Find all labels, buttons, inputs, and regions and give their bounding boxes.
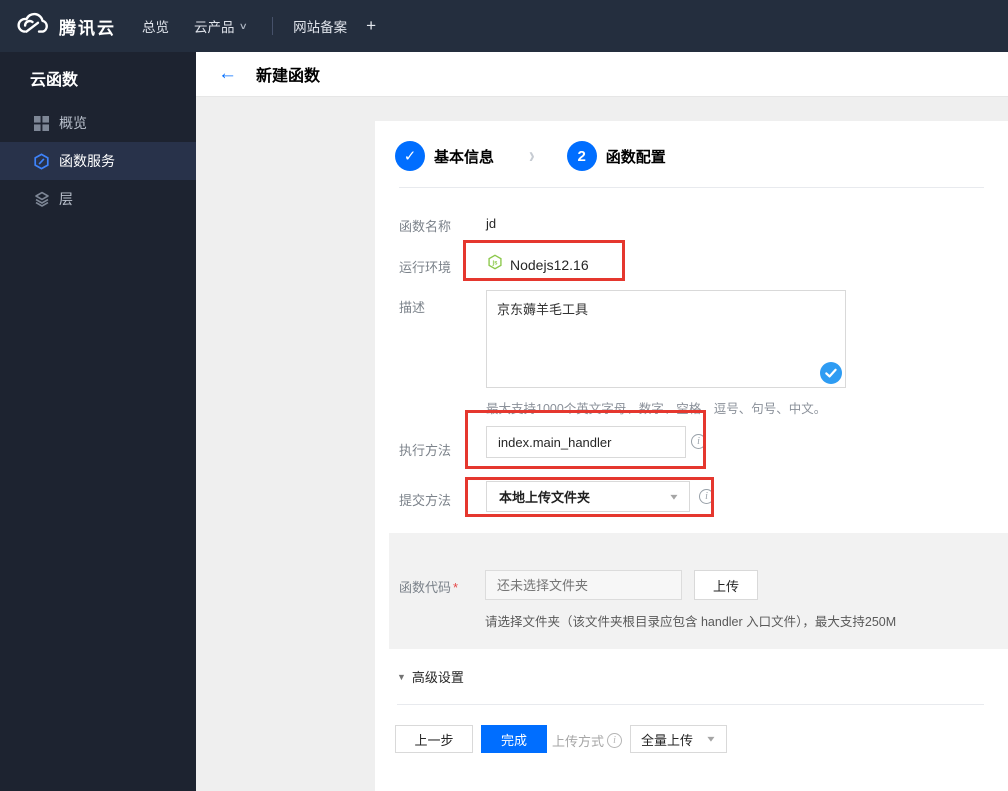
chevron-down-icon: ∨ [238,20,248,31]
back-button[interactable]: ← [218,63,238,85]
brand[interactable]: 腾讯云 [0,11,116,42]
sidebar-item-function-service[interactable]: 函数服务 [0,142,196,180]
layers-icon [33,191,50,208]
description-label: 描述 [399,300,426,315]
top-navigation: 总览 云产品 ∨ 网站备案 + [142,0,376,52]
scf-hexagon-icon [33,152,50,170]
page-title: 新建函数 [256,68,321,85]
nav-overview[interactable]: 总览 [142,16,169,36]
required-asterisk: * [453,580,459,595]
sidebar-title: 云函数 [30,72,79,89]
valid-check-icon [820,362,842,384]
steps-divider [399,187,984,188]
nav-website-icp[interactable]: 网站备案 [293,16,347,36]
folder-path-input[interactable] [485,570,682,600]
add-tab-button[interactable]: + [366,16,376,36]
grid-icon [33,115,50,132]
dropdown-caret-icon: ▼ [705,734,717,744]
app-root: 腾讯云 总览 云产品 ∨ 网站备案 + 云函数 概览 函数服务 层 ← 新建函数… [0,0,1008,791]
step1-check-icon: ✓ [395,141,425,171]
submit-method-select[interactable]: 本地上传文件夹 ▼ [486,481,690,512]
function-name-value: jd [486,216,497,231]
page-header: ← 新建函数 [196,52,1008,97]
footer-divider [397,704,984,705]
step-indicator: ✓ 基本信息 › 2 函数配置 [395,141,666,171]
handler-info-icon[interactable]: i [691,434,706,449]
advanced-settings-toggle[interactable]: ▼ 高级设置 [397,667,464,686]
sidebar: 云函数 概览 函数服务 层 [0,52,196,791]
sidebar-item-label: 函数服务 [59,153,115,169]
form-card: ✓ 基本信息 › 2 函数配置 函数名称 jd 运行环境 js Nodejs12 [375,121,1008,791]
finish-button[interactable]: 完成 [481,725,547,753]
submit-method-info-icon[interactable]: i [699,489,714,504]
sidebar-item-label: 层 [59,191,73,207]
runtime-value-row[interactable]: js Nodejs12.16 [487,254,589,275]
topbar: 腾讯云 总览 云产品 ∨ 网站备案 + [0,0,1008,52]
tencent-cloud-logo-icon [14,11,50,42]
step2-label: 函数配置 [605,148,666,166]
description-hint: 最大支持1000个英文字母、数字、空格、逗号、句号、中文。 [486,402,827,416]
chevron-right-icon: › [529,143,535,168]
sidebar-item-overview[interactable]: 概览 [0,104,196,142]
submit-method-value: 本地上传文件夹 [499,490,591,505]
function-name-label: 函数名称 [399,219,452,234]
sidebar-item-layers[interactable]: 层 [0,180,196,218]
triangle-down-icon: ▼ [397,671,406,682]
brand-name: 腾讯云 [59,18,116,38]
svg-text:js: js [491,260,498,266]
handler-label: 执行方法 [399,443,452,458]
nodejs-icon: js [487,254,503,275]
upload-mode-select[interactable]: 全量上传 ▼ [630,725,727,753]
description-textarea[interactable]: 京东薅羊毛工具 [486,290,846,388]
nav-divider [272,17,274,35]
step1-label: 基本信息 [434,148,495,166]
folder-hint: 请选择文件夹（该文件夹根目录应包含 handler 入口文件），最大支持250M [485,615,897,629]
nav-cloud-products[interactable]: 云产品 ∨ [194,16,248,36]
upload-mode-info-icon[interactable]: i [607,733,623,748]
runtime-value: Nodejs12.16 [510,256,589,273]
dropdown-caret-icon: ▼ [668,492,680,501]
function-code-label: 函数代码 * [399,580,459,595]
content-area: ✓ 基本信息 › 2 函数配置 函数名称 jd 运行环境 js Nodejs12 [196,97,1008,791]
submit-method-label: 提交方法 [399,493,452,508]
upload-mode-value: 全量上传 [641,732,694,748]
sidebar-item-label: 概览 [59,115,87,131]
step2-number: 2 [566,141,597,171]
upload-button[interactable]: 上传 [694,570,758,600]
advanced-settings-label: 高级设置 [411,670,464,685]
runtime-label: 运行环境 [399,260,452,275]
handler-input[interactable] [486,426,686,458]
previous-step-button[interactable]: 上一步 [395,725,473,753]
function-code-section: 函数代码* 上传 请选择文件夹（该文件夹根目录应包含 handler 入口文件）… [389,533,1008,649]
upload-mode-label: 上传方式 i [552,731,623,750]
